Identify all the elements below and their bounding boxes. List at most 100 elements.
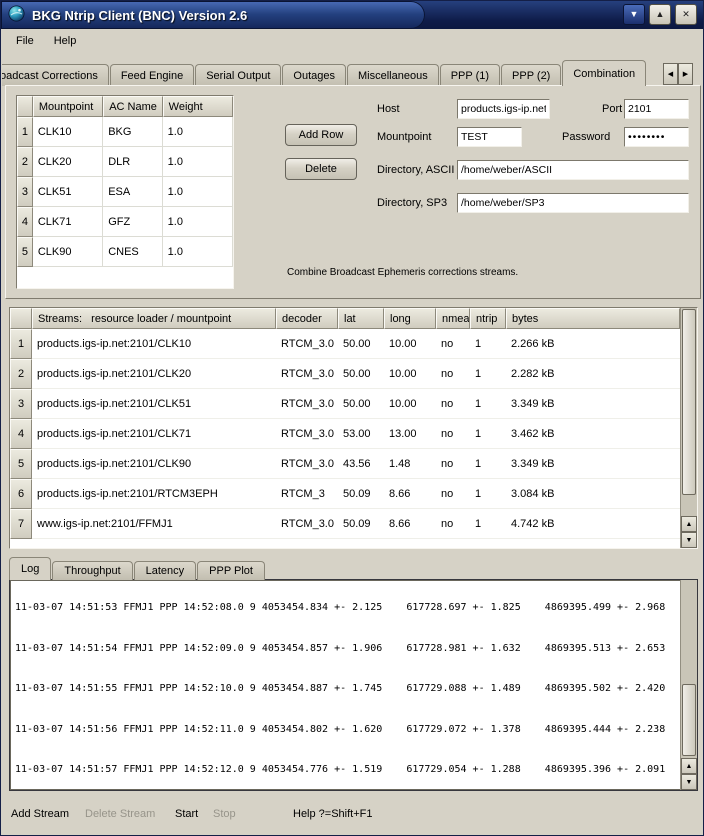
arrow-down-icon: ▼ [686, 537, 693, 544]
log-output[interactable]: 11-03-07 14:51:53 FFMJ1 PPP 14:52:08.0 9… [9, 579, 698, 791]
col-header-ac-name[interactable]: AC Name [103, 96, 162, 117]
col-header-source[interactable]: Streams: resource loader / mountpoint [32, 308, 276, 329]
scrollbar-thumb[interactable] [682, 309, 696, 495]
maximize-button[interactable]: ▲ [649, 4, 671, 25]
tab-outages[interactable]: Outages [282, 64, 346, 86]
scrollbar-thumb[interactable] [682, 684, 696, 756]
log-lines: 11-03-07 14:51:53 FFMJ1 PPP 14:52:08.0 9… [15, 579, 679, 791]
bnc-window: BKG Ntrip Client (BNC) Version 2.6 ▼ ▲ ✕… [0, 0, 704, 836]
tab-strip: Broadcast Corrections Feed Engine Serial… [2, 60, 647, 86]
host-label: Host [377, 103, 400, 115]
mountpoint-label: Mountpoint [377, 131, 431, 143]
tab-feed-engine[interactable]: Feed Engine [110, 64, 194, 86]
combination-row[interactable]: 1 CLK10 BKG 1.0 [17, 117, 233, 147]
log-scrollbar[interactable]: ▲ ▼ [680, 580, 697, 790]
tab-ppp-1[interactable]: PPP (1) [440, 64, 500, 86]
tab-miscellaneous[interactable]: Miscellaneous [347, 64, 439, 86]
chevron-left-icon: ◀ [668, 70, 673, 78]
stream-row[interactable]: 3 products.igs-ip.net:2101/CLK51 RTCM_3.… [10, 389, 680, 419]
combination-row[interactable]: 3 CLK51 ESA 1.0 [17, 177, 233, 207]
tab-throughput[interactable]: Throughput [52, 561, 132, 580]
minimize-button[interactable]: ▼ [623, 4, 645, 25]
col-header-decoder[interactable]: decoder [276, 308, 338, 329]
password-label: Password [562, 131, 610, 143]
password-input[interactable] [624, 127, 689, 147]
tab-serial-output[interactable]: Serial Output [195, 64, 281, 86]
stream-row[interactable]: 5 products.igs-ip.net:2101/CLK90 RTCM_3.… [10, 449, 680, 479]
maximize-icon: ▲ [656, 10, 665, 19]
titlebar-caption: BKG Ntrip Client (BNC) Version 2.6 [1, 1, 425, 29]
col-header-mountpoint[interactable]: Mountpoint [33, 96, 103, 117]
combination-row[interactable]: 2 CLK20 DLR 1.0 [17, 147, 233, 177]
tab-broadcast-corrections[interactable]: Broadcast Corrections [2, 64, 109, 86]
stop-button[interactable]: Stop [213, 808, 236, 820]
tab-ppp-2[interactable]: PPP (2) [501, 64, 561, 86]
start-button[interactable]: Start [175, 808, 198, 820]
scroll-up-button[interactable]: ▲ [681, 758, 697, 774]
combination-row[interactable]: 5 CLK90 CNES 1.0 [17, 237, 233, 267]
chevron-right-icon: ▶ [683, 70, 688, 78]
col-header-ntrip[interactable]: ntrip [470, 308, 506, 329]
streams-header: Streams: resource loader / mountpoint de… [10, 308, 680, 329]
corner-cell [10, 308, 32, 329]
mountpoint-input[interactable] [457, 127, 522, 147]
add-row-button[interactable]: Add Row [285, 124, 357, 146]
delete-button[interactable]: Delete [285, 158, 357, 180]
tab-scroll-buttons: ◀ ▶ [663, 63, 693, 85]
tab-combination[interactable]: Combination [562, 60, 646, 86]
bottom-toolbar: Add Stream Delete Stream Start Stop Help… [1, 799, 703, 833]
directory-ascii-input[interactable] [457, 160, 689, 180]
window-buttons: ▼ ▲ ✕ [623, 4, 697, 25]
arrow-up-icon: ▲ [686, 521, 693, 528]
delete-stream-button[interactable]: Delete Stream [85, 808, 155, 820]
menu-help[interactable]: Help [46, 32, 85, 50]
tabbar: Broadcast Corrections Feed Engine Serial… [2, 59, 702, 86]
log-tabbar: Log Throughput Latency PPP Plot [9, 557, 266, 580]
col-header-weight[interactable]: Weight [163, 96, 233, 117]
directory-sp3-label: Directory, SP3 [377, 197, 447, 209]
combination-hint: Combine Broadcast Ephemeris corrections … [287, 267, 518, 278]
add-stream-button[interactable]: Add Stream [11, 808, 69, 820]
tab-log[interactable]: Log [9, 557, 51, 580]
close-button[interactable]: ✕ [675, 4, 697, 25]
log-line: 11-03-07 14:51:56 FFMJ1 PPP 14:52:11.0 9… [15, 723, 679, 737]
host-input[interactable] [457, 99, 550, 119]
col-header-long[interactable]: long [384, 308, 436, 329]
minimize-icon: ▼ [630, 10, 639, 19]
stream-row[interactable]: 7 www.igs-ip.net:2101/FFMJ1 RTCM_3.0 50.… [10, 509, 680, 539]
streams-table: Streams: resource loader / mountpoint de… [9, 307, 698, 549]
stream-row[interactable]: 1 products.igs-ip.net:2101/CLK10 RTCM_3.… [10, 329, 680, 359]
stream-row[interactable]: 6 products.igs-ip.net:2101/RTCM3EPH RTCM… [10, 479, 680, 509]
log-line: 11-03-07 14:51:54 FFMJ1 PPP 14:52:09.0 9… [15, 642, 679, 656]
log-line: 11-03-07 14:51:55 FFMJ1 PPP 14:52:10.0 9… [15, 682, 679, 696]
combination-pane: Mountpoint AC Name Weight 1 CLK10 BKG 1.… [5, 85, 701, 299]
help-button[interactable]: Help ?=Shift+F1 [293, 808, 373, 820]
arrow-down-icon: ▼ [686, 779, 693, 786]
menu-file[interactable]: File [8, 32, 42, 50]
titlebar[interactable]: BKG Ntrip Client (BNC) Version 2.6 ▼ ▲ ✕ [1, 1, 703, 29]
combination-table: Mountpoint AC Name Weight 1 CLK10 BKG 1.… [16, 95, 234, 289]
stream-row[interactable]: 2 products.igs-ip.net:2101/CLK20 RTCM_3.… [10, 359, 680, 389]
col-header-nmea[interactable]: nmea [436, 308, 470, 329]
tab-scroll-left-button[interactable]: ◀ [663, 63, 678, 85]
scroll-up-button[interactable]: ▲ [681, 516, 697, 532]
arrow-up-icon: ▲ [686, 763, 693, 770]
stream-row[interactable]: 4 products.igs-ip.net:2101/CLK71 RTCM_3.… [10, 419, 680, 449]
streams-scrollbar[interactable]: ▲ ▼ [680, 308, 697, 548]
scroll-down-button[interactable]: ▼ [681, 774, 697, 790]
combination-row[interactable]: 4 CLK71 GFZ 1.0 [17, 207, 233, 237]
tab-scroll-right-button[interactable]: ▶ [678, 63, 693, 85]
directory-sp3-input[interactable] [457, 193, 689, 213]
tab-latency[interactable]: Latency [134, 561, 197, 580]
directory-ascii-label: Directory, ASCII [377, 164, 454, 176]
close-icon: ✕ [682, 10, 690, 19]
window-title: BKG Ntrip Client (BNC) Version 2.6 [32, 8, 247, 23]
col-header-lat[interactable]: lat [338, 308, 384, 329]
scroll-down-button[interactable]: ▼ [681, 532, 697, 548]
tab-ppp-plot[interactable]: PPP Plot [197, 561, 265, 580]
app-icon[interactable] [8, 5, 25, 25]
port-label: Port [602, 103, 622, 115]
col-header-bytes[interactable]: bytes [506, 308, 680, 329]
log-line: 11-03-07 14:51:53 FFMJ1 PPP 14:52:08.0 9… [15, 601, 679, 615]
port-input[interactable] [624, 99, 689, 119]
